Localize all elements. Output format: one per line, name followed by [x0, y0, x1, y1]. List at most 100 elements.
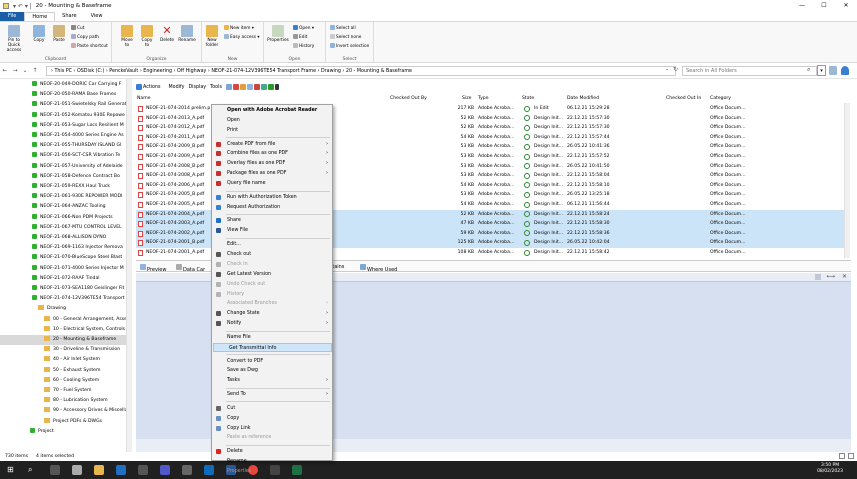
pin-icon[interactable]: [225, 84, 232, 90]
nav-item[interactable]: 30 - Driveline & Transmission: [0, 345, 130, 355]
new-folder-button[interactable]: New folder: [204, 25, 220, 48]
nav-item[interactable]: NEOF-21-057-University of Adelaide: [0, 162, 130, 172]
nav-item[interactable]: NEOF-21-051-Swietelsky Rail Generat: [0, 100, 130, 110]
rename-button[interactable]: Rename: [178, 25, 196, 43]
menu-item-open[interactable]: Open: [212, 116, 332, 125]
menu-item-combine-files-as-one-pdf[interactable]: Combine files as one PDF ›: [212, 149, 332, 158]
menu-item-save-as-dwg[interactable]: Save as Dwg: [212, 366, 332, 375]
large-icons-view-icon[interactable]: [848, 453, 854, 459]
teams-icon[interactable]: [160, 465, 170, 475]
open-button[interactable]: Open ▾: [293, 25, 314, 31]
properties-button[interactable]: Properties: [267, 25, 289, 43]
column-category[interactable]: Category: [710, 96, 731, 101]
collapse-icon[interactable]: ⟷: [826, 273, 835, 280]
nav-item[interactable]: NEOF-21-073-SEA1180 Geislinger Fit: [0, 284, 130, 294]
menu-item-check-out[interactable]: Check out: [212, 250, 332, 259]
get-latest-icon[interactable]: [260, 84, 267, 90]
widgets-icon[interactable]: [72, 465, 82, 475]
nav-item[interactable]: NEOF-21-067-MTU CONTROL LEVEL: [0, 223, 130, 233]
nav-item[interactable]: Project: [0, 427, 130, 437]
nav-item[interactable]: Drawing: [0, 304, 130, 314]
display-menu[interactable]: Display: [188, 85, 206, 90]
app2-icon[interactable]: [182, 465, 192, 475]
column-checked-out-by[interactable]: Checked Out By: [390, 96, 427, 101]
copy-to-button[interactable]: Copy to: [139, 25, 155, 48]
copy-design-icon[interactable]: [246, 84, 253, 90]
paste-button[interactable]: Paste: [51, 25, 67, 43]
select-none-button[interactable]: Select none: [330, 34, 361, 40]
menu-item-copy-link[interactable]: Copy Link: [212, 424, 332, 433]
column-state[interactable]: State: [522, 96, 534, 101]
menu-item-get-transmittal-info[interactable]: Get Transmittal Info: [213, 342, 332, 352]
search-icon[interactable]: ⌕: [28, 465, 38, 475]
refresh-icon[interactable]: ↻: [673, 66, 678, 73]
nav-item[interactable]: 50 - Exhaust System: [0, 366, 130, 376]
menu-item-get-latest-version[interactable]: Get Latest Version: [212, 270, 332, 279]
nav-item[interactable]: NEOF-21-064-ANZAC Tooling: [0, 202, 130, 212]
clock[interactable]: 3:50 PM 08/02/2023: [817, 463, 843, 475]
menu-item-open-with-adobe-acrobat-reader[interactable]: Open with Adobe Acrobat Reader: [212, 106, 332, 115]
invert-selection-button[interactable]: Invert selection: [330, 43, 369, 49]
check-in-icon[interactable]: [239, 84, 246, 90]
tab-home[interactable]: Home: [24, 11, 56, 22]
paste-shortcut-button[interactable]: Paste shortcut: [71, 43, 108, 49]
menu-item-package-files-as-one-pdf[interactable]: Package files as one PDF ›: [212, 169, 332, 178]
undo-icon[interactable]: [253, 84, 260, 90]
dropdown-icon[interactable]: [274, 84, 279, 90]
details-view-icon[interactable]: [839, 453, 845, 459]
cut-button[interactable]: Cut: [71, 25, 84, 31]
nav-item[interactable]: NEOF-21-074-12V396TE54 Transport: [0, 294, 130, 304]
nav-item[interactable]: NEOF-21-059-REXX Haul Truck: [0, 182, 130, 192]
menu-item-copy[interactable]: Copy: [212, 414, 332, 423]
column-size[interactable]: Size: [462, 96, 471, 101]
menu-item-overlay-files-as-one-pdf[interactable]: Overlay files as one PDF ›: [212, 159, 332, 168]
nav-item[interactable]: NEOF-21-056-SCT-CSR Vibration Te: [0, 151, 130, 161]
address-bar[interactable]: › This PC › OSDisk (C:) › PenckeVault › …: [46, 66, 676, 76]
menu-item-change-state[interactable]: Change State ›: [212, 309, 332, 318]
tab-view[interactable]: View: [84, 12, 110, 21]
search-icon[interactable]: ⌕: [807, 66, 810, 74]
easy-access-button[interactable]: Easy access ▾: [224, 34, 260, 40]
modify-menu[interactable]: Modify: [169, 85, 185, 90]
tools-menu[interactable]: Tools: [210, 85, 222, 90]
search-input[interactable]: Search in All Folders: [682, 66, 817, 76]
back-arrow-icon[interactable]: ←: [0, 67, 10, 74]
app-icon[interactable]: [138, 465, 148, 475]
task-view-icon[interactable]: [50, 465, 60, 475]
minimize-button[interactable]: —: [791, 0, 813, 12]
menu-item-print[interactable]: Print: [212, 126, 332, 135]
up-arrow-icon[interactable]: ↑: [30, 67, 40, 74]
menu-item-create-pdf-from-file[interactable]: Create PDF from file ›: [212, 140, 332, 149]
column-checked-out-in[interactable]: Checked Out In: [666, 96, 701, 101]
close-pane-icon[interactable]: ✕: [842, 273, 847, 280]
user-icon[interactable]: [841, 66, 849, 75]
nav-scrollbar[interactable]: [126, 79, 132, 452]
nav-item[interactable]: 60 - Cooling System: [0, 376, 130, 386]
nav-item[interactable]: NEOF-21-053-Sugar Locs Resilient M: [0, 121, 130, 131]
menu-item-request-authorization[interactable]: Request Authorization: [212, 203, 332, 212]
menu-item-send-to[interactable]: Send To ›: [212, 390, 332, 399]
nav-item[interactable]: 00 - General Arrangement, Assem: [0, 315, 130, 325]
edit-button[interactable]: Edit: [293, 34, 307, 40]
menu-item-name-file[interactable]: Name File: [212, 333, 332, 342]
vault-search-icon[interactable]: [829, 66, 837, 75]
column-name[interactable]: Name: [137, 96, 151, 101]
nav-item[interactable]: NEOF-21-052-Komatsu 930E Repowe: [0, 111, 130, 121]
delete-button[interactable]: ✕ Delete: [159, 25, 175, 44]
nav-item[interactable]: Project PDFs & DWGs: [0, 417, 130, 427]
menu-item-edit[interactable]: Edit...: [212, 240, 332, 249]
nav-item[interactable]: NEOF-21-068-ALLISON DYNO: [0, 233, 130, 243]
menu-item-delete[interactable]: Delete: [212, 447, 332, 456]
actions-menu[interactable]: Actions: [136, 83, 165, 90]
tab-datacard[interactable]: Data Car: [176, 264, 205, 273]
close-button[interactable]: ✕: [835, 0, 857, 12]
nav-item[interactable]: NEOF-21-071-4000 Series Injector M: [0, 264, 130, 274]
nav-item[interactable]: NEOF-20-049-DORIC Car Carrying F: [0, 80, 130, 90]
tab-file[interactable]: File: [0, 12, 25, 21]
history-button[interactable]: History: [293, 43, 314, 49]
nav-item[interactable]: NEOF-20-050-RAMA Base Frames: [0, 90, 130, 100]
start-icon[interactable]: ⊞: [7, 465, 17, 475]
nav-item[interactable]: NEOF-21-055-THURSDAY ISLAND GI: [0, 141, 130, 151]
check-out-icon[interactable]: [232, 84, 239, 90]
column-date-modified[interactable]: Date Modified: [567, 96, 599, 101]
